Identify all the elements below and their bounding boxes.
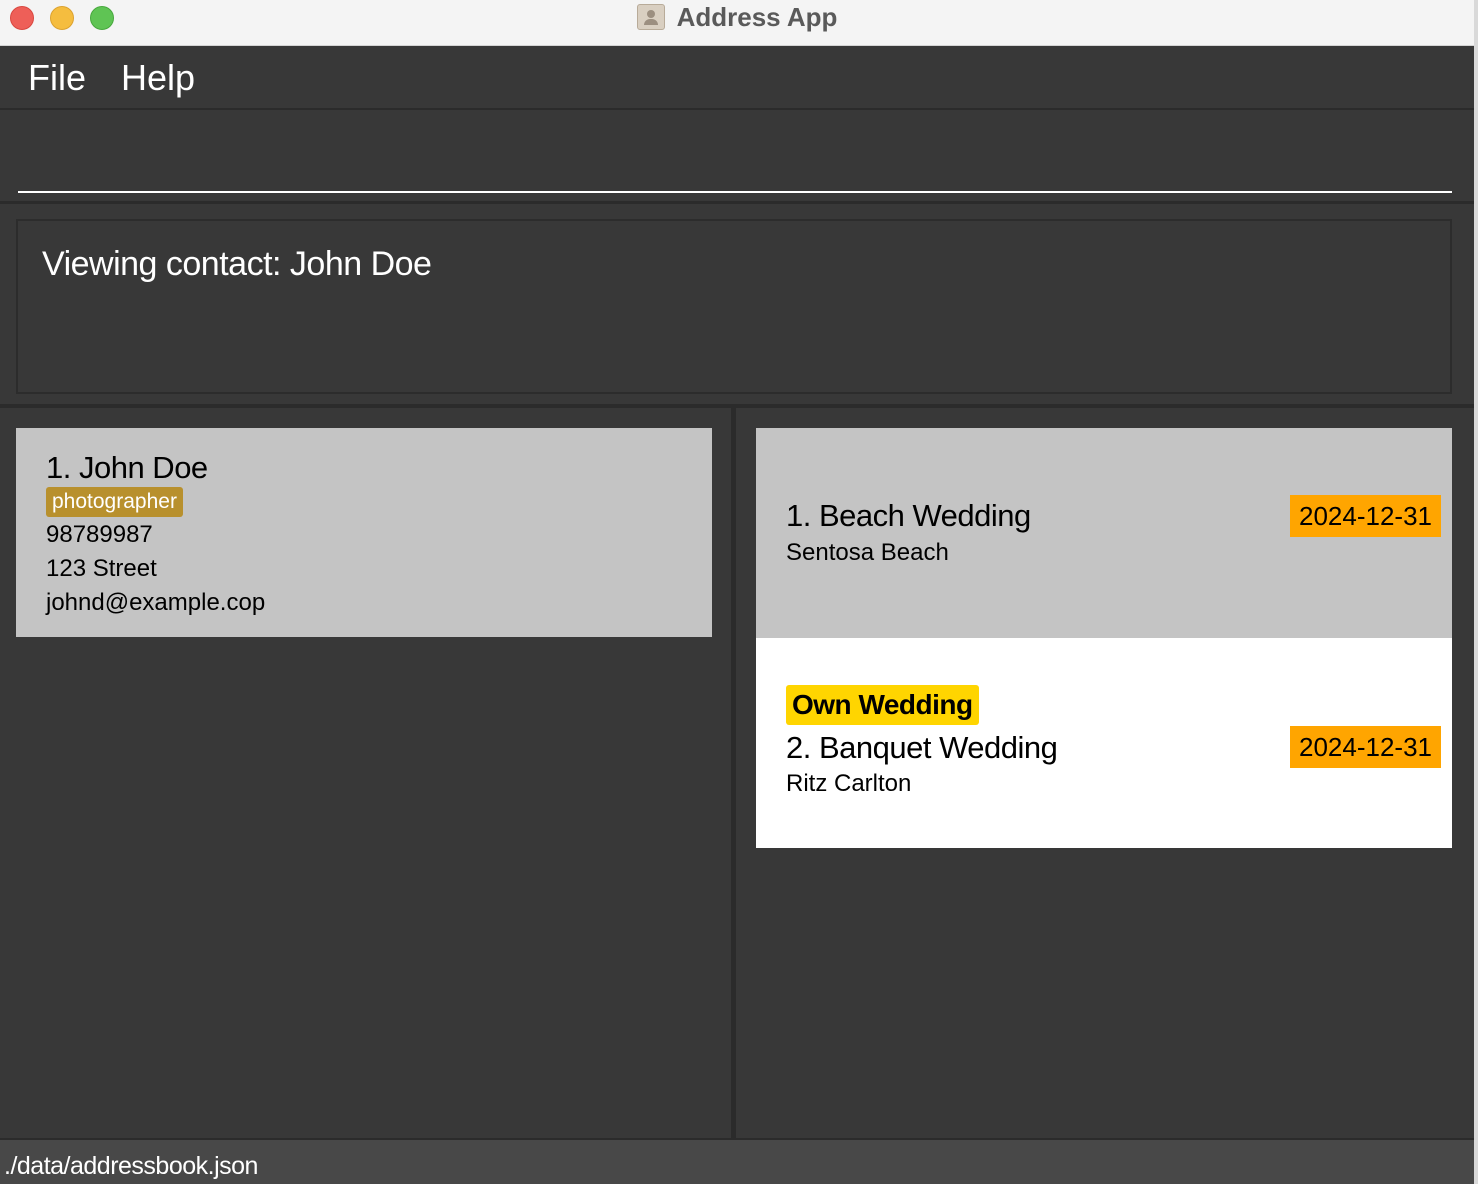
menu-bar: File Help (0, 47, 1474, 110)
window-title: Address App (676, 1, 838, 32)
person-email: johnd@example.cop (46, 589, 266, 616)
person-address: 123 Street (46, 555, 157, 582)
wedding-title: 2. Banquet Wedding (786, 730, 1058, 765)
wedding-card[interactable]: 1. Beach Wedding Sentosa Beach 2024-12-3… (756, 428, 1452, 638)
split-pane-divider[interactable] (731, 408, 736, 1138)
person-name: 1. John Doe (46, 450, 208, 485)
section-divider (0, 404, 1474, 408)
status-bar: ./data/addressbook.json (0, 1138, 1474, 1184)
result-message: Viewing contact: John Doe (42, 245, 432, 283)
wedding-card[interactable]: Own Wedding 2. Banquet Wedding Ritz Carl… (756, 638, 1452, 848)
menu-help[interactable]: Help (121, 57, 195, 99)
wedding-venue: Ritz Carlton (786, 770, 912, 797)
person-phone: 98789987 (46, 521, 153, 548)
command-box (0, 112, 1474, 204)
menu-file[interactable]: File (28, 57, 86, 99)
title-bar: Address App (0, 0, 1474, 46)
wedding-date-badge: 2024-12-31 (1290, 726, 1441, 768)
wedding-date-badge: 2024-12-31 (1290, 495, 1441, 537)
address-book-icon (636, 4, 665, 30)
window-edge (1474, 0, 1478, 1184)
wedding-title: 1. Beach Wedding (786, 498, 1031, 533)
wedding-venue: Sentosa Beach (786, 539, 949, 566)
own-wedding-tag: Own Wedding (786, 685, 979, 725)
person-tag: photographer (46, 487, 183, 517)
app-window: Address App File Help Viewing contact: J… (0, 0, 1474, 1184)
command-input[interactable] (18, 112, 1452, 193)
result-display: Viewing contact: John Doe (16, 219, 1452, 394)
person-card[interactable]: 1. John Doe photographer 98789987 123 St… (16, 428, 712, 637)
status-file-path: ./data/addressbook.json (4, 1152, 258, 1180)
